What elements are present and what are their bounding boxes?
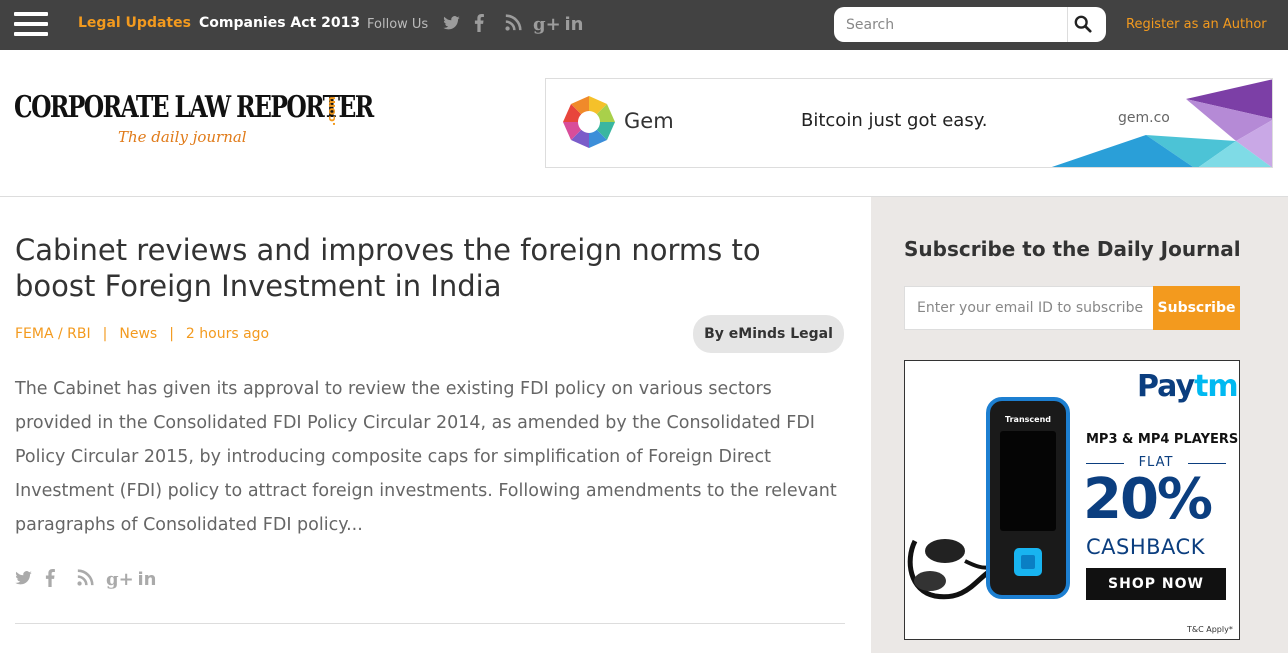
section-link[interactable]: News [119,326,157,342]
twitter-icon[interactable] [441,14,461,36]
gem-logo-icon [563,96,615,148]
subscribe-title: Subscribe to the Daily Journal [904,237,1241,261]
nav-legal-updates[interactable]: Legal Updates [78,15,191,31]
search-divider [1067,7,1068,42]
meta-separator: | [102,326,108,342]
linkedin-icon[interactable]: in [137,569,157,591]
terms-text: T&C Apply* [1187,625,1233,634]
gem-decoration [1051,79,1272,167]
category-link[interactable]: FEMA / RBI [15,326,91,342]
google-plus-icon[interactable]: g+ [106,569,134,591]
google-plus-icon[interactable]: g+ [533,14,561,36]
paytm-product: MP3 & MP4 PLAYERS [1086,432,1239,447]
svg-text:Transcend: Transcend [1005,415,1051,424]
rss-icon[interactable] [75,569,95,591]
subscribe-button[interactable]: Subscribe [1153,286,1240,330]
paytm-cashback: CASHBACK [1086,535,1205,559]
author-badge[interactable]: By eMinds Legal [693,315,844,353]
paytm-ad[interactable]: Paytm Transcend MP3 & MP4 PLAYERS FLAT 2… [904,360,1240,640]
logo-wordmark: CORPORATE LAW REPORTER [14,90,374,125]
register-author-link[interactable]: Register as an Author [1126,17,1267,32]
nav-companies-act[interactable]: Companies Act 2013 [199,15,360,31]
rss-icon[interactable] [503,14,523,36]
paytm-percent: 20% [1083,467,1213,532]
menu-icon[interactable] [14,12,48,36]
search-box [834,7,1106,42]
gem-banner-ad[interactable]: Gem Bitcoin just got easy. gem.co [545,78,1273,168]
post-time: 2 hours ago [185,326,270,342]
search-icon[interactable] [1074,15,1098,35]
paytm-logo: Paytm [1137,369,1239,404]
linkedin-icon[interactable]: in [564,14,584,36]
shop-now-button[interactable]: SHOP NOW [1086,568,1226,600]
gem-brand: Gem [624,109,674,133]
article-excerpt: The Cabinet has given its approval to re… [15,379,837,535]
twitter-icon[interactable] [13,569,33,591]
facebook-icon[interactable] [40,569,60,591]
sidebar: Subscribe to the Daily Journal Subscribe… [871,197,1288,653]
meta-separator: | [169,326,174,342]
article-meta: FEMA / RBI | News | 2 hours ago [15,326,269,342]
mp3-player-image: Transcend [907,397,1070,600]
logo-tagline: The daily journal [118,128,247,146]
article-title[interactable]: Cabinet reviews and improves the foreign… [15,232,845,304]
site-logo[interactable]: CORPORATE LAW REPORTER .com The daily jo… [14,80,374,155]
search-input[interactable] [846,14,1061,36]
article-divider [15,623,845,624]
subscribe-email-input[interactable] [904,286,1154,330]
top-navigation-bar: Legal Updates Companies Act 2013 Follow … [0,0,1288,50]
logo-domain: .com [325,96,338,126]
facebook-icon[interactable] [469,14,489,36]
follow-us-label: Follow Us [367,17,429,32]
gem-tagline: Bitcoin just got easy. [801,110,988,131]
